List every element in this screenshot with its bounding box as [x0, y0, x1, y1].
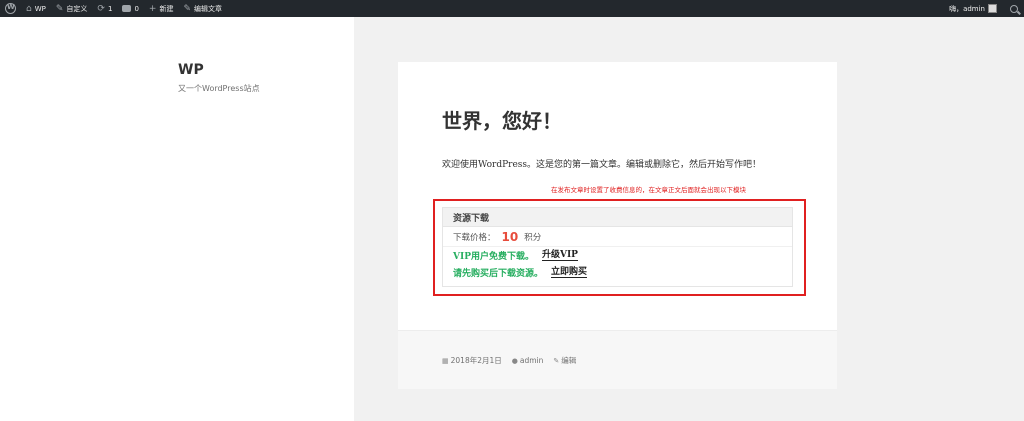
- post-author-text: admin: [519, 356, 544, 365]
- search-icon[interactable]: [1010, 4, 1018, 13]
- comment-icon: [122, 5, 132, 12]
- post-date-text: 2018年2月1日: [450, 356, 502, 365]
- annotation-note: 在发布文章时设置了收费信息的，在文章正文后面就会出现以下模块: [551, 186, 746, 194]
- new-content-menu[interactable]: + 新建: [144, 0, 179, 17]
- customize-menu[interactable]: ✎ 自定义: [51, 0, 93, 17]
- edit-post-menu[interactable]: ✎ 编辑文章: [178, 0, 227, 17]
- new-label: 新建: [159, 4, 174, 13]
- user-icon: ●: [511, 356, 518, 365]
- updates-menu[interactable]: ⟳ 1: [92, 0, 117, 17]
- post-date[interactable]: ▦ 2018年2月1日: [442, 355, 502, 366]
- post-author[interactable]: ● admin: [512, 356, 544, 365]
- avatar: [988, 4, 997, 13]
- wordpress-logo-icon: [5, 3, 16, 14]
- site-description: 又一个WordPress站点: [178, 84, 260, 93]
- comments-count: 0: [134, 4, 139, 13]
- site-name-menu[interactable]: ⌂ WP: [21, 0, 51, 17]
- post-title: 世界，您好！: [442, 109, 562, 133]
- vip-line: VIP用户免费下载。 升级VIP: [443, 247, 792, 264]
- buy-now-link[interactable]: 立即购买: [551, 267, 588, 278]
- admin-bar: ⌂ WP ✎ 自定义 ⟳ 1 0 + 新建 ✎ 编辑文章 嗨， admin: [0, 0, 1024, 17]
- site-name-label: WP: [34, 4, 46, 13]
- price-unit: 积分: [524, 232, 542, 243]
- post-content: 欢迎使用WordPress。这是您的第一篇文章。编辑或删除它，然后开始写作吧！: [442, 160, 762, 170]
- sidebar: WP 又一个WordPress站点: [0, 17, 354, 421]
- post-meta: ▦ 2018年2月1日 ● admin ✎ 编辑: [442, 355, 586, 366]
- buy-text: 请先购买后下载资源。: [453, 269, 544, 279]
- resource-download-box: 资源下载 下载价格： 10 积分 VIP用户免费下载。 升级VIP 请先购买后下…: [442, 207, 793, 287]
- pencil-icon: ✎: [183, 3, 191, 14]
- plus-icon: +: [148, 3, 157, 14]
- post-edit-text: 编辑: [561, 356, 577, 365]
- site-title[interactable]: WP: [178, 62, 204, 78]
- account-username: admin: [963, 4, 985, 13]
- edit-post-label: 编辑文章: [194, 4, 222, 13]
- greeting-text: 嗨，: [949, 4, 964, 13]
- post-edit-link[interactable]: ✎ 编辑: [553, 355, 576, 366]
- resource-header: 资源下载: [443, 208, 792, 227]
- calendar-icon: ▦: [442, 356, 449, 365]
- post-article: 世界，您好！ 欢迎使用WordPress。这是您的第一篇文章。编辑或删除它，然后…: [398, 62, 837, 389]
- comments-menu[interactable]: 0: [117, 0, 143, 17]
- customize-label: 自定义: [66, 4, 88, 13]
- price-label: 下载价格：: [453, 232, 496, 243]
- refresh-icon: ⟳: [97, 3, 105, 14]
- brush-icon: ✎: [55, 3, 64, 14]
- pencil-icon: ✎: [553, 356, 560, 365]
- price-value: 10: [501, 229, 519, 244]
- updates-count: 1: [107, 4, 113, 13]
- wp-logo-menu[interactable]: [0, 0, 21, 17]
- resource-price: 下载价格： 10 积分: [443, 227, 792, 247]
- my-account-menu[interactable]: 嗨， admin: [944, 0, 1002, 17]
- buy-line: 请先购买后下载资源。 立即购买: [443, 264, 792, 281]
- post-footer: ▦ 2018年2月1日 ● admin ✎ 编辑: [398, 330, 837, 389]
- home-icon: ⌂: [26, 3, 32, 14]
- upgrade-vip-link[interactable]: 升级VIP: [541, 250, 578, 261]
- vip-text: VIP用户免费下载。: [453, 252, 534, 262]
